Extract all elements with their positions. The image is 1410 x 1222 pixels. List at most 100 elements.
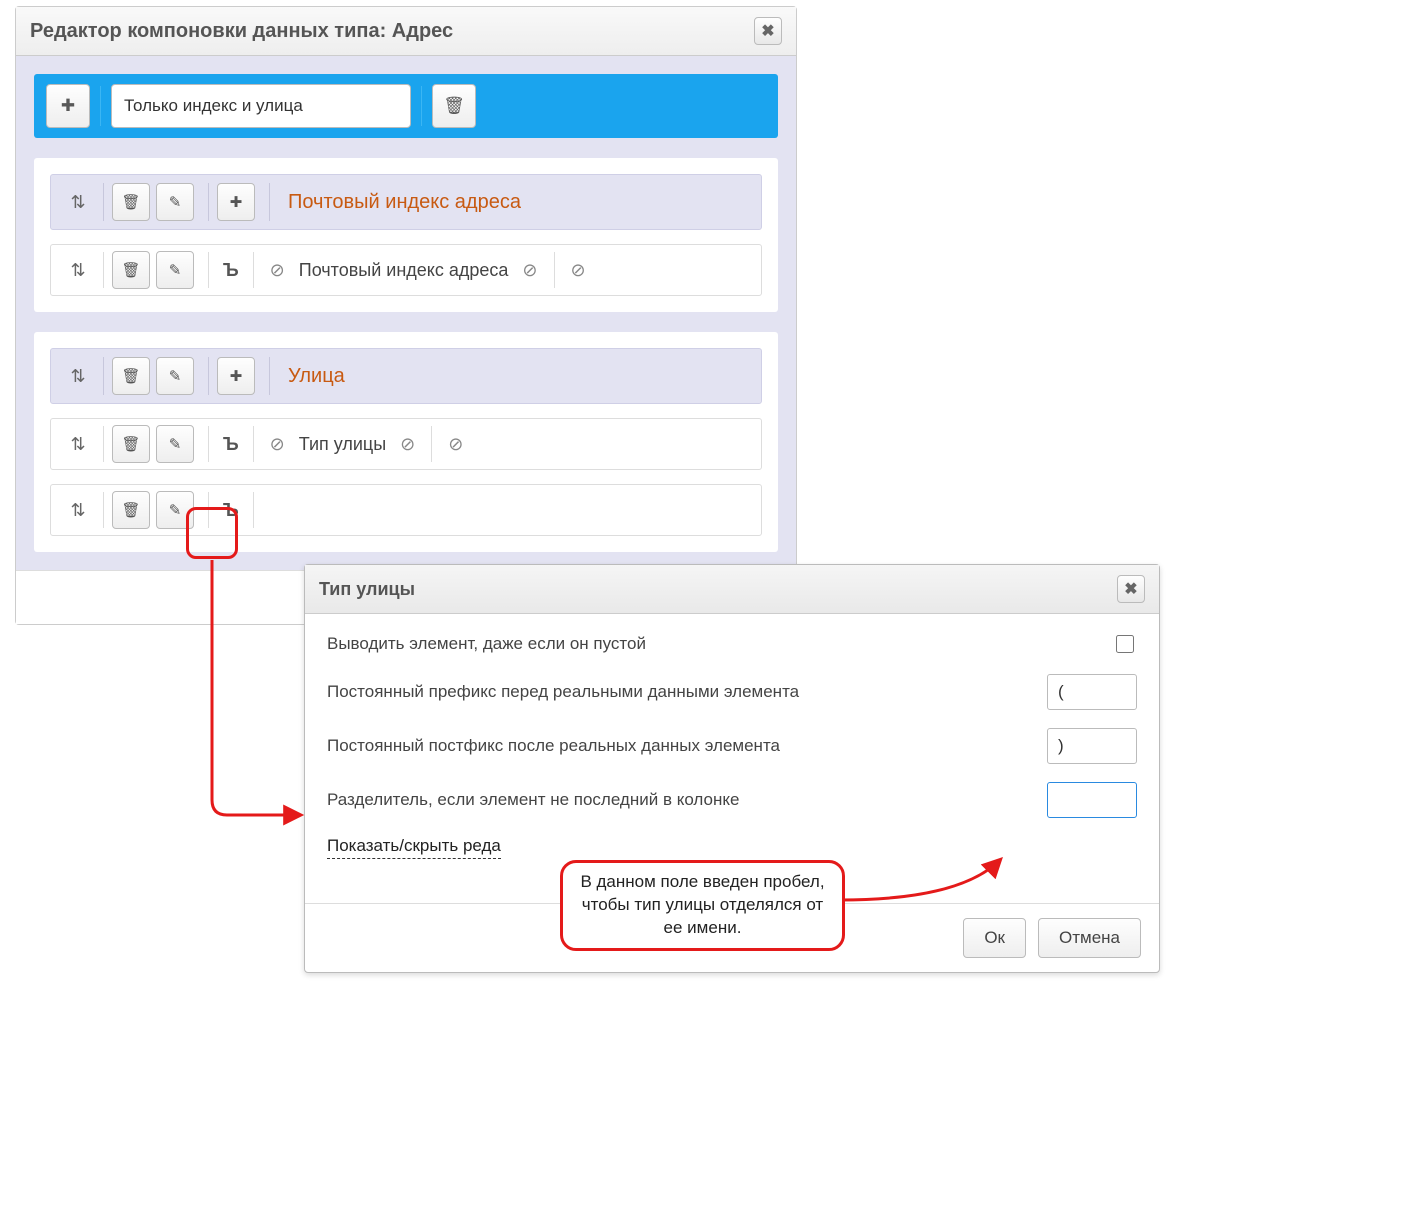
trash-icon: 🗑 [121,367,140,385]
separator [208,183,209,221]
separator [103,492,104,528]
add-item-button[interactable]: ✚ [217,183,255,221]
panel-title: Редактор компоновки данных типа: Адрес [30,20,453,43]
section-header: ⇅ 🗑 ✎ ✚ Улица [50,348,762,404]
pencil-icon: ✎ [169,501,182,519]
annotation-callout: В данном поле введен пробел, чтобы тип у… [560,860,845,951]
delete-element-button[interactable]: 🗑 [112,425,150,463]
layout-name-bar: ✚ 🗑 [34,74,778,138]
dialog-close-button[interactable]: ✖ [1117,575,1145,603]
panel-header: Редактор компоновки данных типа: Адрес ✖ [16,7,796,56]
separator [103,426,104,462]
drag-handle-icon[interactable]: ⇅ [61,251,95,289]
no-entry-icon: ⊘ [270,434,285,455]
element-label: Тип улицы [299,434,386,455]
close-icon: ✖ [1124,579,1137,599]
anchor-icon: Ъ [223,500,239,521]
add-layout-button[interactable]: ✚ [46,84,90,128]
layout-editor-panel: Редактор компоновки данных типа: Адрес ✖… [15,6,797,625]
section-block-street: ⇅ 🗑 ✎ ✚ Улица ⇅ 🗑 ✎ Ъ ⊘ Тип улицы ⊘ [34,332,778,552]
no-entry-icon: ⊘ [571,260,586,281]
postfix-label: Постоянный постфикс после реальных данны… [327,736,780,756]
edit-section-button[interactable]: ✎ [156,183,194,221]
separator [269,183,270,221]
trash-icon: 🗑 [121,501,140,519]
toggle-editor-link[interactable]: Показать/скрыть реда [327,836,501,859]
delete-element-button[interactable]: 🗑 [112,491,150,529]
separator [554,252,555,288]
form-row-separator: Разделитель, если элемент не последний в… [327,782,1137,818]
no-entry-icon: ⊘ [522,260,537,281]
cancel-button[interactable]: Отмена [1038,918,1141,958]
separator [269,357,270,395]
separator [208,252,209,288]
section-block-postal: ⇅ 🗑 ✎ ✚ Почтовый индекс адреса ⇅ 🗑 ✎ Ъ ⊘… [34,158,778,312]
separator [253,426,254,462]
no-entry-icon: ⊘ [270,260,285,281]
separator [100,86,101,126]
element-row: ⇅ 🗑 ✎ Ъ [50,484,762,536]
separator [103,252,104,288]
drag-handle-icon[interactable]: ⇅ [61,183,95,221]
form-row-prefix: Постоянный префикс перед реальными данны… [327,674,1137,710]
add-item-button[interactable]: ✚ [217,357,255,395]
separator [103,357,104,395]
drag-handle-icon[interactable]: ⇅ [61,491,95,529]
form-row-empty: Выводить элемент, даже если он пустой [327,632,1137,656]
delete-layout-button[interactable]: 🗑 [432,84,476,128]
edit-element-button[interactable]: ✎ [156,251,194,289]
drag-handle-icon[interactable]: ⇅ [61,425,95,463]
panel-body: ✚ 🗑 ⇅ 🗑 ✎ ✚ Почтовый индекс адреса ⇅ 🗑 [16,56,796,570]
no-entry-icon: ⊘ [400,434,415,455]
prefix-label: Постоянный префикс перед реальными данны… [327,682,799,702]
edit-element-button[interactable]: ✎ [156,491,194,529]
trash-icon: 🗑 [443,96,465,116]
separator [431,426,432,462]
delete-element-button[interactable]: 🗑 [112,251,150,289]
section-title: Улица [288,365,345,388]
pencil-icon: ✎ [169,261,182,279]
trash-icon: 🗑 [121,435,140,453]
prefix-input[interactable] [1047,674,1137,710]
delete-section-button[interactable]: 🗑 [112,183,150,221]
element-label: Почтовый индекс адреса [299,260,509,281]
trash-icon: 🗑 [121,261,140,279]
delete-section-button[interactable]: 🗑 [112,357,150,395]
pencil-icon: ✎ [169,367,182,385]
dialog-body: Выводить элемент, даже если он пустой По… [305,614,1159,863]
plus-icon: ✚ [61,96,75,116]
section-header: ⇅ 🗑 ✎ ✚ Почтовый индекс адреса [50,174,762,230]
edit-element-button[interactable]: ✎ [156,425,194,463]
panel-close-button[interactable]: ✖ [754,17,782,45]
separator [253,252,254,288]
postfix-input[interactable] [1047,728,1137,764]
trash-icon: 🗑 [121,193,140,211]
layout-name-input[interactable] [111,84,411,128]
separator [103,183,104,221]
section-title: Почтовый индекс адреса [288,191,521,214]
ok-button[interactable]: Ок [963,918,1026,958]
pencil-icon: ✎ [169,193,182,211]
element-row-street-type: ⇅ 🗑 ✎ Ъ ⊘ Тип улицы ⊘ ⊘ [50,418,762,470]
form-row-postfix: Постоянный постфикс после реальных данны… [327,728,1137,764]
drag-handle-icon[interactable]: ⇅ [61,357,95,395]
output-if-empty-checkbox[interactable] [1116,635,1134,653]
close-icon: ✖ [761,21,774,41]
no-entry-icon: ⊘ [448,434,463,455]
separator [208,426,209,462]
dialog-title: Тип улицы [319,579,415,600]
dialog-header: Тип улицы ✖ [305,565,1159,614]
separator-input[interactable] [1047,782,1137,818]
output-if-empty-label: Выводить элемент, даже если он пустой [327,634,646,654]
separator-label: Разделитель, если элемент не последний в… [327,790,739,810]
separator [421,86,422,126]
separator [208,492,209,528]
plus-icon: ✚ [230,193,243,211]
separator [208,357,209,395]
edit-section-button[interactable]: ✎ [156,357,194,395]
plus-icon: ✚ [230,367,243,385]
separator [253,492,254,528]
pencil-icon: ✎ [169,435,182,453]
element-row: ⇅ 🗑 ✎ Ъ ⊘ Почтовый индекс адреса ⊘ ⊘ [50,244,762,296]
anchor-icon: Ъ [223,260,239,281]
